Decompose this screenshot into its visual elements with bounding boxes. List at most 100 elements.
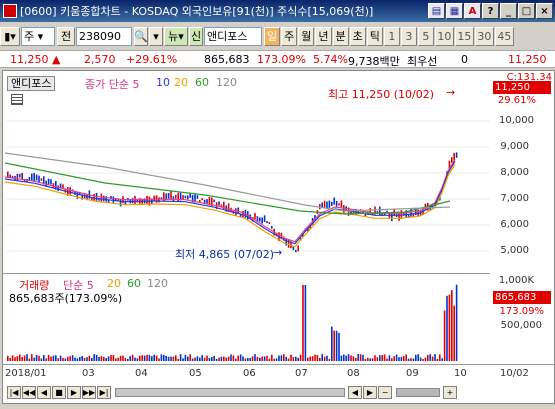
- volume-bar: [187, 356, 189, 361]
- rewind-icon[interactable]: ◀◀: [22, 385, 36, 399]
- num-3[interactable]: 3: [400, 26, 417, 46]
- x-label-03: 03: [82, 368, 95, 379]
- chart-settings-icon[interactable]: ▤: [428, 3, 445, 19]
- period-minute[interactable]: 분: [332, 26, 349, 46]
- volume-bar: [9, 358, 11, 361]
- period-month[interactable]: 월: [298, 26, 315, 46]
- volume-bar: [35, 355, 38, 361]
- new-icon[interactable]: 신: [189, 26, 203, 46]
- chart-type-icon[interactable]: ▮▾: [0, 26, 20, 46]
- volume-bar: [405, 354, 407, 361]
- y-label-8000: 8,000: [500, 167, 529, 178]
- x-label-05: 05: [189, 368, 202, 379]
- volume-bar: [124, 358, 127, 361]
- x-label-04: 04: [135, 368, 148, 379]
- volume-bar: [175, 355, 177, 361]
- app-icon: [3, 4, 17, 18]
- volume-bar: [292, 357, 295, 361]
- first-icon[interactable]: |◀: [7, 385, 21, 399]
- volume-bar: [91, 357, 93, 361]
- close-icon[interactable]: ×: [536, 3, 553, 19]
- volume-bar: [59, 355, 62, 361]
- market-select[interactable]: 주 ▾: [21, 26, 55, 46]
- volume-bar: [271, 354, 273, 361]
- volume-bar: [110, 354, 112, 361]
- candle: [338, 203, 340, 206]
- minimize-icon[interactable]: _: [500, 3, 517, 19]
- volume-bar: [448, 294, 451, 361]
- scroll-track[interactable]: [115, 387, 345, 397]
- volume-rate-label: 173.09%: [499, 306, 545, 317]
- volume-bar: [381, 354, 383, 361]
- volume-bar: [319, 357, 321, 361]
- num-10[interactable]: 10: [434, 26, 454, 46]
- chart-panel[interactable]: 앤디포스 종가 단순 5 10 20 60 120 최고 11,250 (10/…: [2, 70, 555, 404]
- volume-bar: [115, 358, 117, 361]
- volume-bar: [40, 358, 43, 361]
- prev-button[interactable]: 전: [57, 26, 75, 46]
- volume-bar: [422, 358, 424, 361]
- next-icon[interactable]: ▶: [67, 385, 81, 399]
- period-day[interactable]: 일: [264, 26, 281, 46]
- volume-bar: [268, 358, 271, 361]
- zoom-out-icon[interactable]: −: [378, 385, 392, 399]
- volume-bar: [359, 354, 362, 361]
- period-week[interactable]: 주: [281, 26, 298, 46]
- num-1[interactable]: 1: [383, 26, 400, 46]
- forward-icon[interactable]: ▶▶: [82, 385, 96, 399]
- volume-bar: [165, 355, 167, 361]
- volume-bar: [69, 356, 71, 361]
- candle: [172, 196, 175, 201]
- prev-icon[interactable]: ◀: [37, 385, 51, 399]
- last-icon[interactable]: ▶|: [97, 385, 111, 399]
- volume-bar: [290, 354, 292, 361]
- volume-bar: [429, 354, 431, 361]
- volume-bar: [443, 310, 446, 361]
- num-15[interactable]: 15: [454, 26, 474, 46]
- volume-bar: [242, 356, 244, 361]
- zoom-in-icon[interactable]: +: [443, 385, 457, 399]
- period-second[interactable]: 초: [349, 26, 366, 46]
- volume-bar: [232, 355, 235, 361]
- help-icon[interactable]: ?: [482, 3, 499, 19]
- volume-bar: [323, 356, 326, 361]
- change-rate: +29.61%: [126, 53, 178, 66]
- volume-bar: [369, 358, 371, 361]
- chart-scrollbar[interactable]: |◀ ◀◀ ◀ ■ ▶ ▶▶ ▶| ◀ ▶ − +: [7, 384, 552, 400]
- zoom-track[interactable]: [396, 387, 440, 397]
- candle: [40, 178, 43, 181]
- volume-bar: [393, 356, 395, 361]
- candle: [119, 199, 122, 207]
- volume-chart: [7, 284, 458, 361]
- volume-bar: [203, 357, 206, 361]
- volume-bar: [371, 358, 374, 361]
- scroll-right-icon[interactable]: ▶: [363, 385, 377, 399]
- stock-name: 앤디포스: [204, 26, 262, 46]
- volume-bar: [239, 354, 242, 361]
- stock-code-input[interactable]: 238090: [76, 26, 132, 46]
- period-year[interactable]: 년: [315, 26, 332, 46]
- volume-bar: [11, 355, 14, 361]
- dropdown-icon[interactable]: ▾: [149, 26, 163, 46]
- stop-icon[interactable]: ■: [52, 385, 66, 399]
- maximize-icon[interactable]: □: [518, 3, 535, 19]
- news-icon[interactable]: 뉴▾: [164, 26, 188, 46]
- volume-bar: [400, 356, 403, 361]
- num-45[interactable]: 45: [494, 26, 514, 46]
- scroll-left-icon[interactable]: ◀: [348, 385, 362, 399]
- candle: [28, 176, 31, 181]
- period-tick[interactable]: 틱: [366, 26, 383, 46]
- volume-bar: [357, 354, 359, 361]
- num-5[interactable]: 5: [417, 26, 434, 46]
- volume-bar: [376, 357, 379, 361]
- volume-bar: [335, 330, 338, 361]
- font-icon[interactable]: A: [464, 3, 481, 19]
- volume-bar: [453, 305, 455, 361]
- search-icon[interactable]: 🔍: [134, 26, 148, 46]
- candle: [19, 173, 21, 178]
- volume-bar: [112, 355, 115, 361]
- volume-bar: [67, 356, 69, 361]
- num-30[interactable]: 30: [474, 26, 494, 46]
- grid-icon[interactable]: ▦: [446, 3, 463, 19]
- volume-bar: [379, 355, 381, 361]
